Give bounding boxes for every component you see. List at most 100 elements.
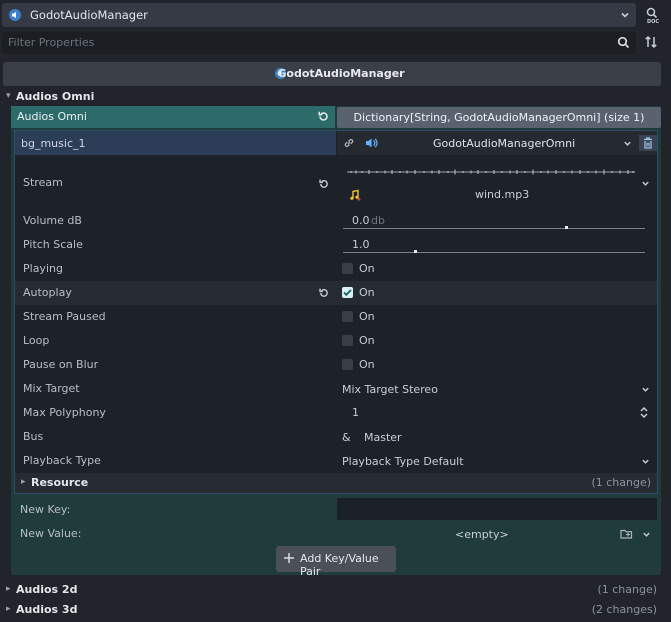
resource-changes: (1 change) [591, 476, 651, 489]
max-polyphony-spinbox[interactable]: 1 [337, 402, 657, 424]
checkbox-unchecked-icon [342, 359, 353, 370]
new-value-label: New Value: [20, 527, 82, 540]
chevron-right-icon: ▸ [6, 584, 11, 594]
chevron-down-icon [641, 179, 650, 188]
plus-icon [283, 552, 295, 564]
autoplay-value: On [359, 286, 375, 299]
loop-value: On [359, 334, 375, 347]
delete-entry-button[interactable] [639, 135, 657, 151]
doc-search-button[interactable]: DOC [642, 5, 662, 25]
loop-checkbox[interactable]: On [342, 333, 402, 347]
checkbox-unchecked-icon [342, 263, 353, 274]
add-key-value-label: Add Key/Value Pair [300, 552, 379, 578]
volume-slider-grabber[interactable] [565, 226, 569, 229]
autoplay-checkbox[interactable]: On [342, 285, 402, 299]
bus-label: Bus [23, 430, 44, 443]
section-audios-omni[interactable]: ▾ Audios Omni [4, 90, 659, 104]
pitch-slider-track [343, 252, 645, 253]
mix-target-value: Mix Target Stereo [342, 383, 438, 396]
component-header: GodotAudioManager [3, 62, 661, 86]
playback-type-label: Playback Type [23, 454, 101, 467]
updown-arrows-icon[interactable] [639, 406, 649, 419]
section-label: Audios 3d [16, 603, 78, 616]
stream-resource-picker[interactable]: wind.mp3 [337, 160, 657, 208]
svg-text:DOC: DOC [647, 19, 659, 25]
pause-on-blur-checkbox[interactable]: On [342, 357, 402, 371]
bus-field[interactable]: & Master [337, 426, 657, 448]
revert-icon[interactable] [318, 178, 330, 190]
resource-section[interactable]: ▸ Resource (1 change) [15, 473, 657, 493]
volume-slider-track [343, 228, 645, 229]
pitch-scale-value: 1.0 [352, 238, 370, 251]
entry-key: bg_music_1 [21, 137, 86, 150]
loop-label: Loop [23, 334, 50, 347]
chevron-down-icon [641, 457, 650, 466]
entry-value-selector[interactable]: GodotAudioManagerOmni [337, 131, 657, 155]
chevron-down-icon [641, 385, 650, 394]
checkbox-unchecked-icon [342, 335, 353, 346]
volume-db-label: Volume dB [23, 214, 82, 227]
chevron-down-icon: ▾ [6, 91, 11, 101]
section-label: Audios 2d [16, 583, 78, 596]
speaker-icon [365, 137, 378, 149]
section-label: Audios Omni [16, 90, 95, 103]
stream-paused-checkbox[interactable]: On [342, 309, 402, 323]
playback-type-value: Playback Type Default [342, 455, 464, 468]
revert-icon[interactable] [318, 287, 330, 299]
object-title: GodotAudioManager [30, 8, 148, 22]
volume-db-unit: db [371, 214, 385, 227]
volume-db-slider[interactable]: 0.0 db [337, 210, 657, 232]
component-title: GodotAudioManager [277, 67, 405, 80]
entry-key-row: bg_music_1 [15, 131, 336, 155]
pitch-scale-slider[interactable]: 1.0 [337, 234, 657, 256]
playing-checkbox[interactable]: On [342, 261, 402, 275]
entry-type-label: GodotAudioManagerOmni [433, 137, 576, 150]
waveform-preview [347, 168, 635, 176]
playing-label: Playing [23, 262, 63, 275]
chevron-down-icon [620, 10, 630, 20]
resource-label: Resource [31, 476, 89, 489]
checkbox-checked-icon [342, 287, 353, 298]
section-changes: (1 change) [597, 583, 657, 596]
chevron-down-icon [623, 139, 632, 148]
section-audios-2d[interactable]: ▸ Audios 2d (1 change) [4, 582, 659, 598]
playing-value: On [359, 262, 375, 275]
mix-target-dropdown[interactable]: Mix Target Stereo [337, 378, 657, 400]
autoplay-label: Autoplay [23, 286, 72, 299]
stream-paused-value: On [359, 310, 375, 323]
section-audios-3d[interactable]: ▸ Audios 3d (2 changes) [4, 602, 659, 618]
sort-icon[interactable] [644, 35, 658, 49]
property-audios-omni: Audios Omni [11, 106, 335, 128]
link-icon[interactable] [343, 137, 355, 149]
playback-type-dropdown[interactable]: Playback Type Default [337, 450, 657, 472]
stream-paused-label: Stream Paused [23, 310, 106, 323]
max-polyphony-label: Max Polyphony [23, 406, 106, 419]
stream-file-name: wind.mp3 [475, 188, 530, 201]
pitch-slider-grabber[interactable] [414, 250, 418, 253]
dictionary-type-label: Dictionary[String, GodotAudioManagerOmni… [353, 111, 645, 124]
revert-icon[interactable] [317, 110, 330, 123]
volume-db-value: 0.0 [352, 214, 370, 227]
new-key-input[interactable] [337, 498, 657, 520]
string-name-icon: & [342, 431, 351, 444]
mix-target-label: Mix Target [23, 382, 80, 395]
section-changes: (2 changes) [591, 603, 657, 616]
stream-label: Stream [23, 176, 63, 189]
object-selector[interactable]: GodotAudioManager [2, 3, 636, 27]
new-value-picker[interactable]: <empty> [337, 523, 657, 545]
bus-value: Master [364, 431, 402, 444]
folder-load-icon[interactable] [620, 528, 633, 540]
chevron-right-icon: ▸ [21, 477, 26, 487]
audio-manager-icon [8, 8, 22, 22]
dictionary-toggle-button[interactable]: Dictionary[String, GodotAudioManagerOmni… [337, 107, 661, 128]
add-key-value-button[interactable]: Add Key/Value Pair [276, 546, 396, 578]
pause-on-blur-label: Pause on Blur [23, 358, 99, 371]
property-label: Audios Omni [17, 110, 87, 123]
chevron-right-icon: ▸ [6, 604, 11, 614]
checkbox-unchecked-icon [342, 311, 353, 322]
search-icon [617, 36, 630, 49]
chevron-down-icon [642, 530, 651, 539]
autoplay-row-highlight [15, 281, 657, 305]
filter-input[interactable]: Filter Properties [2, 32, 636, 54]
pitch-scale-label: Pitch Scale [23, 238, 83, 251]
